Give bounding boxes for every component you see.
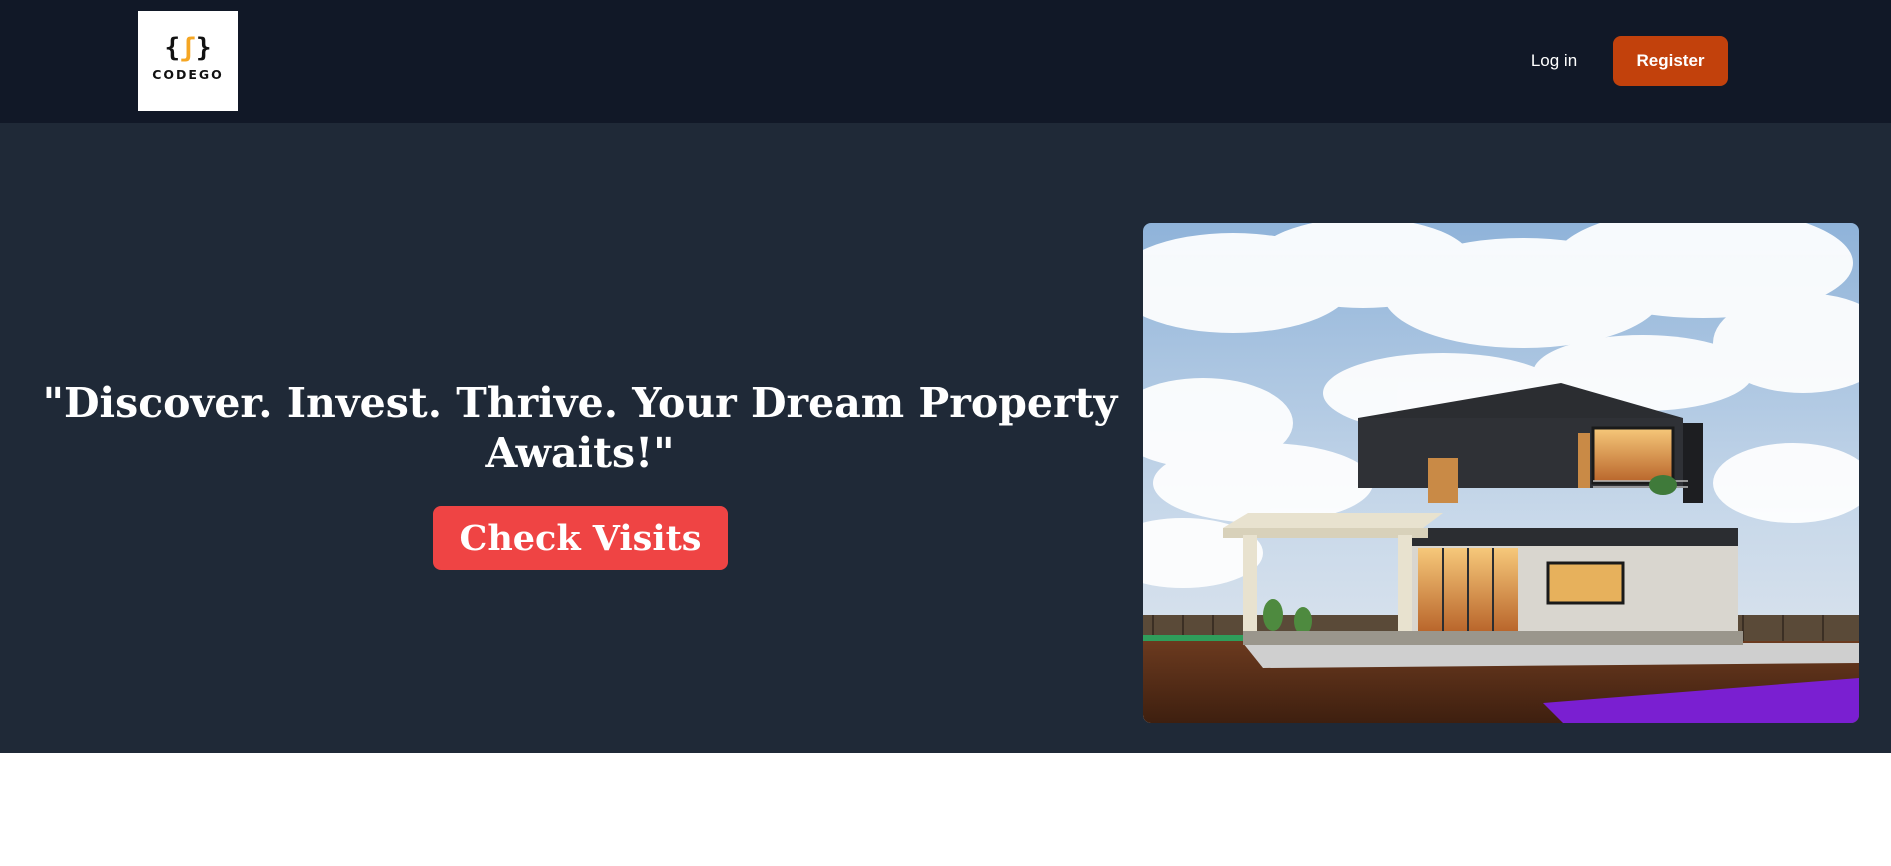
codego-logo[interactable]: {ʃ} CODEGO bbox=[138, 11, 238, 111]
logo-brace-icon: {ʃ} bbox=[164, 32, 212, 63]
hero-headline: "Discover. Invest. Thrive. Your Dream Pr… bbox=[42, 379, 1118, 477]
house-image bbox=[1143, 223, 1859, 723]
logo-text: CODEGO bbox=[152, 66, 224, 82]
modern-house-photo-icon bbox=[1143, 223, 1859, 723]
site-header: {ʃ} CODEGO Log in Register bbox=[0, 0, 1891, 123]
login-link[interactable]: Log in bbox=[1510, 36, 1598, 86]
check-visits-button[interactable]: Check Visits bbox=[433, 506, 728, 570]
register-button[interactable]: Register bbox=[1613, 36, 1728, 86]
hero-section: "Discover. Invest. Thrive. Your Dream Pr… bbox=[0, 123, 1891, 753]
